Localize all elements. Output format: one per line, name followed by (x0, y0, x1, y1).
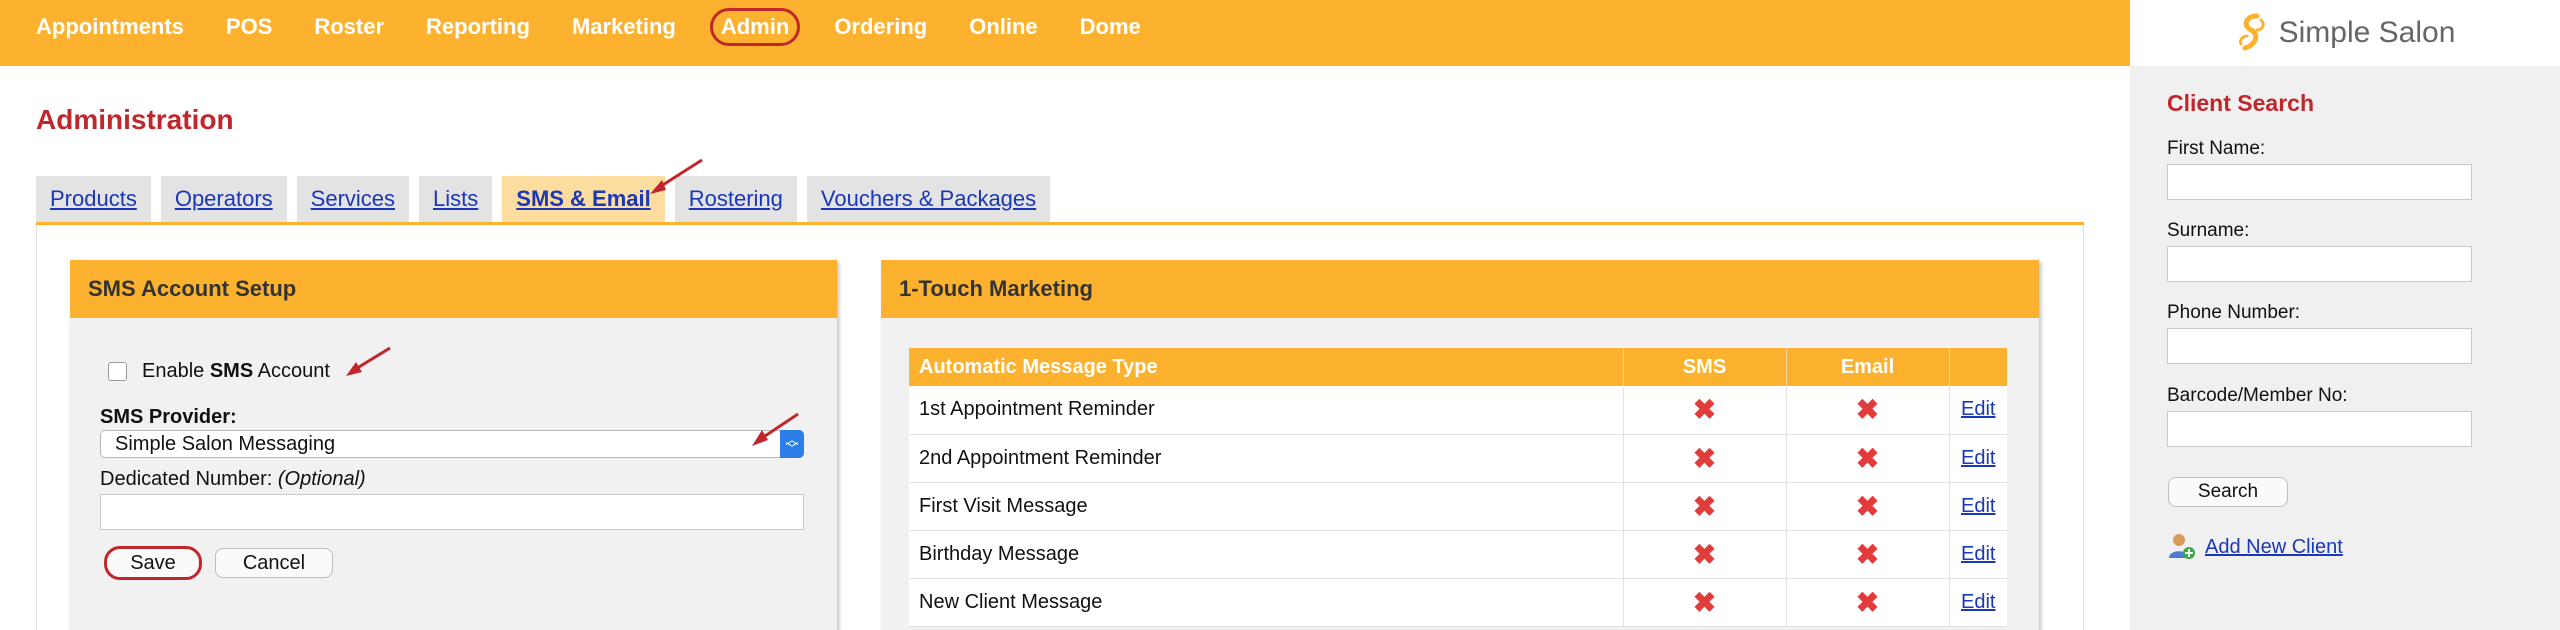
email-disabled-icon[interactable]: ✖ (1856, 539, 1879, 570)
nav-appointments[interactable]: Appointments (36, 9, 192, 45)
first-name-label: First Name: (2167, 138, 2266, 159)
brand-header: Simple Salon (2130, 0, 2560, 66)
add-user-icon (2169, 534, 2195, 559)
add-new-client-link[interactable]: Add New Client (2205, 536, 2343, 559)
edit-link[interactable]: Edit (1961, 591, 1995, 613)
email-disabled-icon[interactable]: ✖ (1856, 394, 1879, 425)
surname-label: Surname: (2167, 220, 2250, 241)
column-email: Email (1786, 348, 1950, 386)
annotation-arrow-icon (650, 158, 703, 194)
email-disabled-icon[interactable]: ✖ (1856, 491, 1879, 522)
annotation-arrow-icon (346, 346, 391, 376)
tab-lists[interactable]: Lists (419, 176, 493, 222)
nav-roster[interactable]: Roster (306, 9, 392, 45)
nav-admin[interactable]: Admin (709, 8, 801, 46)
simple-salon-logo-icon (2238, 13, 2265, 51)
enable-sms-label: Enable SMS Account (142, 360, 330, 382)
message-type-cell: First Visit Message (909, 482, 1624, 531)
table-row: 2nd Appointment Reminder ✖ ✖ Edit (909, 434, 2007, 483)
email-disabled-icon[interactable]: ✖ (1856, 587, 1879, 618)
nav-marketing[interactable]: Marketing (564, 9, 684, 45)
table-row: First Visit Message ✖ ✖ Edit (909, 482, 2007, 531)
brand-name: Simple Salon (2278, 16, 2456, 49)
edit-link[interactable]: Edit (1961, 447, 1995, 469)
automatic-messages-table: Automatic Message Type SMS Email 1st App… (909, 348, 2007, 627)
nav-dome[interactable]: Dome (1072, 9, 1149, 45)
tab-operators[interactable]: Operators (160, 176, 287, 222)
column-sms: SMS (1623, 348, 1787, 386)
tab-products[interactable]: Products (36, 176, 151, 222)
main-nav: Appointments POS Roster Reporting Market… (36, 0, 1175, 54)
dedicated-number-label: Dedicated Number: (Optional) (100, 468, 366, 490)
enable-sms-row: Enable SMS Account (108, 360, 330, 383)
barcode-input[interactable] (2167, 411, 2472, 447)
email-disabled-icon[interactable]: ✖ (1856, 443, 1879, 474)
annotation-arrow-icon (752, 412, 799, 446)
table-row: Birthday Message ✖ ✖ Edit (909, 530, 2007, 579)
tab-vouchers-packages[interactable]: Vouchers & Packages (806, 176, 1051, 222)
one-touch-marketing-title: 1-Touch Marketing (881, 260, 2039, 318)
nav-pos[interactable]: POS (218, 9, 280, 45)
sms-disabled-icon[interactable]: ✖ (1693, 491, 1716, 522)
edit-link[interactable]: Edit (1961, 398, 1995, 420)
sms-account-setup-title: SMS Account Setup (70, 260, 837, 318)
phone-number-label: Phone Number: (2167, 302, 2301, 323)
top-nav-bar: Appointments POS Roster Reporting Market… (0, 0, 2130, 66)
sms-disabled-icon[interactable]: ✖ (1693, 394, 1716, 425)
column-message-type: Automatic Message Type (909, 348, 1624, 386)
sms-disabled-icon[interactable]: ✖ (1693, 443, 1716, 474)
edit-link[interactable]: Edit (1961, 543, 1995, 565)
page-title: Administration (36, 104, 234, 135)
nav-reporting[interactable]: Reporting (418, 9, 538, 45)
nav-online[interactable]: Online (961, 9, 1045, 45)
table-row: New Client Message ✖ ✖ Edit (909, 578, 2007, 627)
search-button[interactable]: Search (2168, 477, 2288, 507)
surname-input[interactable] (2167, 246, 2472, 282)
edit-link[interactable]: Edit (1961, 495, 1995, 517)
message-type-cell: 2nd Appointment Reminder (909, 434, 1624, 483)
sms-provider-select[interactable]: Simple Salon Messaging ︿ ﹀ (100, 430, 804, 458)
dedicated-number-input[interactable] (100, 494, 804, 530)
enable-sms-checkbox[interactable] (108, 362, 127, 381)
sms-provider-label: SMS Provider: (100, 406, 237, 428)
sms-disabled-icon[interactable]: ✖ (1693, 539, 1716, 570)
barcode-label: Barcode/Member No: (2167, 385, 2348, 406)
sms-disabled-icon[interactable]: ✖ (1693, 587, 1716, 618)
one-touch-marketing-card: 1-Touch Marketing Automatic Message Type… (881, 260, 2039, 630)
tab-services[interactable]: Services (296, 176, 410, 222)
sms-account-setup-card: SMS Account Setup Enable SMS Account SMS… (70, 260, 837, 630)
message-type-cell: 1st Appointment Reminder (909, 386, 1624, 435)
sms-provider-value: Simple Salon Messaging (115, 432, 336, 455)
add-new-client[interactable]: Add New Client (2167, 532, 2343, 562)
message-type-cell: Birthday Message (909, 530, 1624, 579)
column-action (1949, 348, 2007, 386)
phone-number-input[interactable] (2167, 328, 2472, 364)
message-type-cell: New Client Message (909, 578, 1624, 627)
save-button[interactable]: Save (104, 546, 202, 580)
client-search-title: Client Search (2167, 90, 2314, 116)
table-row: 1st Appointment Reminder ✖ ✖ Edit (909, 386, 2007, 435)
nav-ordering[interactable]: Ordering (826, 9, 935, 45)
cancel-button[interactable]: Cancel (215, 548, 333, 578)
admin-tabs: Products Operators Services Lists SMS & … (36, 176, 1060, 222)
first-name-input[interactable] (2167, 164, 2472, 200)
table-header-row: Automatic Message Type SMS Email (909, 348, 2007, 386)
